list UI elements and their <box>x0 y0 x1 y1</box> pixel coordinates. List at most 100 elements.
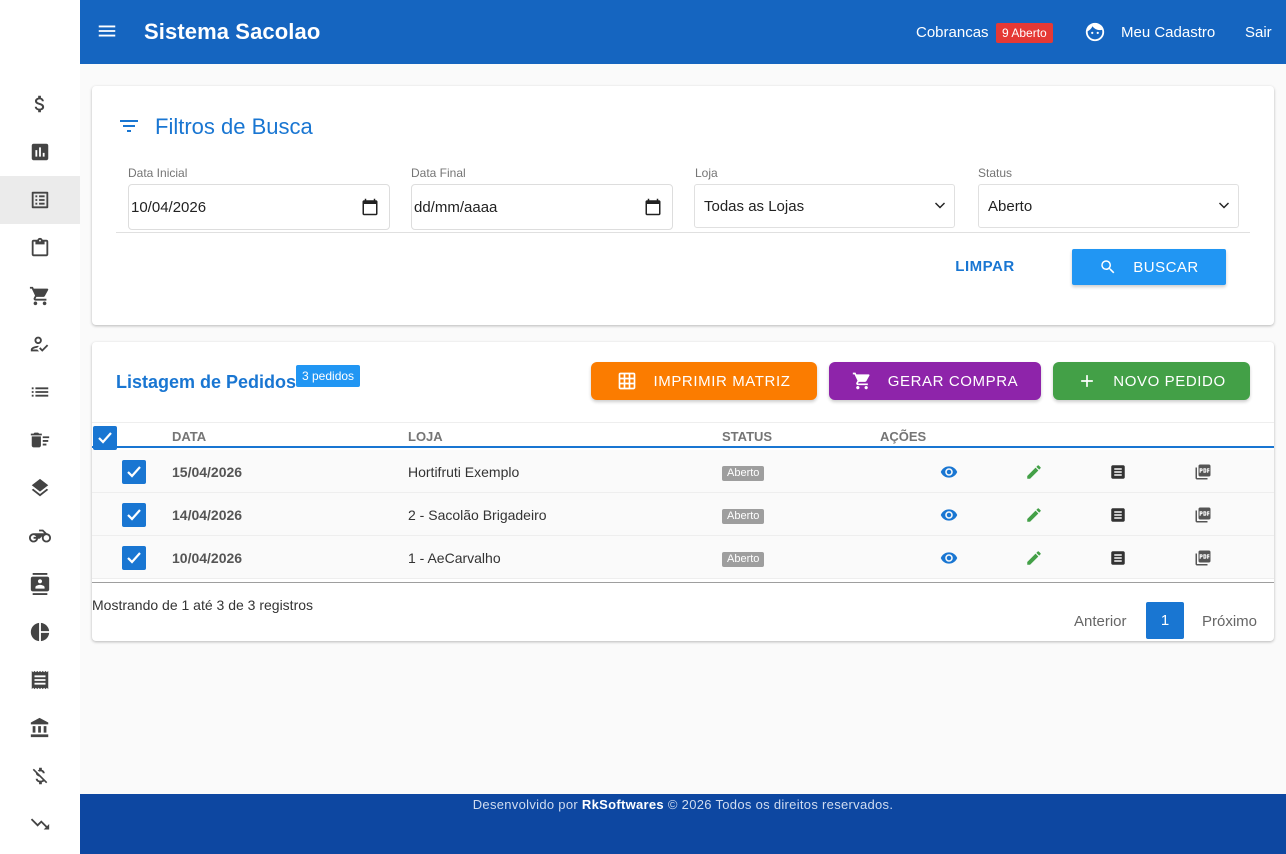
status-badge: Aberto <box>722 466 765 481</box>
document-icon <box>1111 551 1125 565</box>
status-select-value: Aberto <box>988 197 1033 215</box>
plus-icon <box>1081 375 1094 387</box>
sidebar-item-clipboard[interactable] <box>0 224 80 272</box>
sidebar-item-bank[interactable] <box>0 704 80 752</box>
sidebar-item-cart[interactable] <box>0 272 80 320</box>
data-final-input[interactable]: dd/mm/aaaa <box>411 184 673 230</box>
footer-copyright: © 2026 Todos os direitos reservados. <box>667 797 894 812</box>
pie-chart-icon <box>30 622 50 642</box>
sidebar-item-trending-down[interactable] <box>0 800 80 848</box>
pagination-previous[interactable]: Anterior <box>1074 613 1127 630</box>
sidebar-item-list[interactable] <box>0 368 80 416</box>
column-header-status[interactable]: STATUS <box>722 429 772 444</box>
status-badge: Aberto <box>722 509 765 524</box>
status-select[interactable]: Aberto <box>978 184 1239 228</box>
pencil-icon <box>1027 551 1041 565</box>
sidebar-item-pedidos[interactable] <box>0 176 80 224</box>
contact-icon <box>30 573 50 595</box>
search-icon <box>1101 260 1115 274</box>
grid-icon <box>619 372 636 390</box>
row-loja: 2 - Sacolão Brigadeiro <box>408 507 547 523</box>
column-header-acoes: AÇÕES <box>880 429 927 444</box>
view-button[interactable] <box>940 463 958 481</box>
sidebar-item-dollar[interactable] <box>0 80 80 128</box>
row-date: 14/04/2026 <box>172 507 243 523</box>
nav-meu-cadastro-link[interactable]: Meu Cadastro <box>1121 24 1215 41</box>
hamburger-menu-icon <box>98 25 116 37</box>
sidebar-item-person-check[interactable] <box>0 320 80 368</box>
pencil-icon <box>1027 465 1041 479</box>
orders-card: Listagem de Pedidos 3 pedidos IMPRIMIR M… <box>92 342 1274 641</box>
buscar-button[interactable]: BUSCAR <box>1072 249 1226 285</box>
document-icon <box>1111 508 1125 522</box>
sidebar-item-delete-sweep[interactable] <box>0 416 80 464</box>
chevron-down-icon <box>935 202 945 209</box>
motorcycle-icon <box>29 529 51 543</box>
showing-records-text: Mostrando de 1 até 3 de 3 registros <box>92 597 314 613</box>
edit-button[interactable] <box>1025 463 1043 481</box>
table-row[interactable]: 14/04/2026 2 - Sacolão Brigadeiro Aberto <box>92 493 1274 536</box>
details-button[interactable] <box>1109 549 1127 567</box>
pagination-page-1[interactable]: 1 <box>1146 602 1184 639</box>
check-icon <box>127 509 141 521</box>
trending-down-icon <box>30 818 50 830</box>
view-button[interactable] <box>940 549 958 567</box>
menu-button[interactable] <box>96 20 118 44</box>
filter-divider <box>116 232 1250 233</box>
cobrancas-badge: 9 Aberto <box>996 23 1053 43</box>
column-header-loja[interactable]: LOJA <box>408 429 443 444</box>
pdf-button[interactable] <box>1194 463 1212 481</box>
filter-title: Filtros de Busca <box>155 114 313 139</box>
sidebar-item-pie[interactable] <box>0 608 80 656</box>
row-checkbox[interactable] <box>122 460 146 484</box>
row-checkbox[interactable] <box>122 546 146 570</box>
pdf-button[interactable] <box>1194 506 1212 524</box>
gerar-compra-button[interactable]: GERAR COMPRA <box>829 362 1041 400</box>
table-row[interactable]: 10/04/2026 1 - AeCarvalho Aberto <box>92 536 1274 579</box>
pdf-button[interactable] <box>1194 549 1212 567</box>
orders-title: Listagem de Pedidos <box>116 372 297 392</box>
eye-icon <box>940 509 958 521</box>
pagination-next[interactable]: Próximo <box>1202 613 1257 630</box>
sidebar-item-layers[interactable] <box>0 464 80 512</box>
nav-sair-link[interactable]: Sair <box>1245 24 1272 41</box>
imprimir-matriz-button[interactable]: IMPRIMIR MATRIZ <box>591 362 817 400</box>
sidebar-item-reports[interactable] <box>0 128 80 176</box>
loja-select[interactable]: Todas as Lojas <box>694 184 955 228</box>
column-header-data[interactable]: DATA <box>172 429 206 444</box>
view-button[interactable] <box>940 506 958 524</box>
calendar-icon <box>362 198 378 216</box>
calendar-icon <box>645 198 661 216</box>
sidebar-item-contacts[interactable] <box>0 560 80 608</box>
filter-card: Filtros de Busca Data Inicial 10/04/2026… <box>92 86 1274 325</box>
table-row[interactable]: 15/04/2026 Hortifruti Exemplo Aberto <box>92 450 1274 493</box>
data-inicial-input[interactable]: 10/04/2026 <box>128 184 390 230</box>
novo-pedido-label: NOVO PEDIDO <box>1113 372 1226 390</box>
select-all-checkbox[interactable] <box>93 426 117 450</box>
details-button[interactable] <box>1109 463 1127 481</box>
row-checkbox[interactable] <box>122 503 146 527</box>
details-button[interactable] <box>1109 506 1127 524</box>
edit-button[interactable] <box>1025 506 1043 524</box>
limpar-button[interactable]: LIMPAR <box>942 258 1028 276</box>
row-date: 10/04/2026 <box>172 550 243 566</box>
account-button[interactable] <box>1084 21 1106 43</box>
eye-icon <box>940 466 958 478</box>
novo-pedido-button[interactable]: NOVO PEDIDO <box>1053 362 1250 400</box>
sidebar-item-motorcycle[interactable] <box>0 512 80 560</box>
top-app-bar: Sistema Sacolao Cobrancas 9 Aberto Meu C… <box>80 0 1286 64</box>
face-icon <box>1085 22 1105 42</box>
sidebar-item-money-off[interactable] <box>0 752 80 800</box>
list-alt-icon <box>31 191 49 209</box>
chevron-down-icon <box>1219 202 1229 209</box>
cart-icon <box>852 372 870 390</box>
data-inicial-value: 10/04/2026 <box>131 198 207 216</box>
pdf-icon <box>1195 464 1211 480</box>
list-icon <box>31 387 49 397</box>
table-header: DATA LOJA STATUS AÇÕES <box>92 422 1274 450</box>
nav-cobrancas-link[interactable]: Cobrancas <box>916 24 989 41</box>
row-loja: Hortifruti Exemplo <box>408 464 520 480</box>
edit-button[interactable] <box>1025 549 1043 567</box>
sidebar-item-receipt[interactable] <box>0 656 80 704</box>
check-icon <box>127 552 141 564</box>
